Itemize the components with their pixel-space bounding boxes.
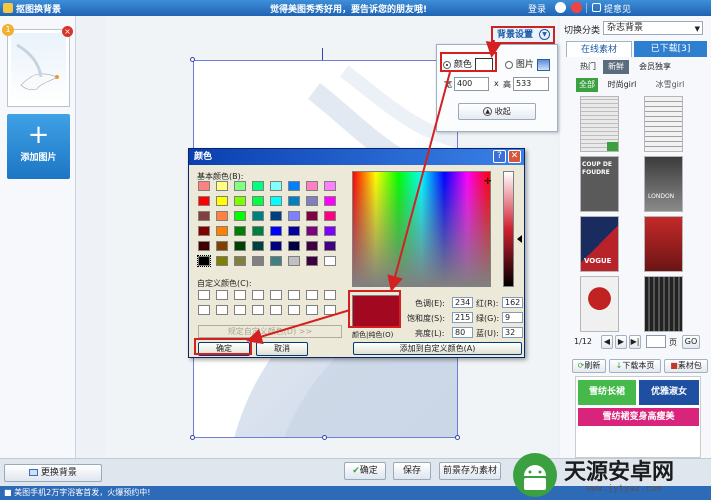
arrow-to-color-option xyxy=(485,39,502,58)
watermark-brand: 天源安卓网 xyxy=(564,460,675,485)
watermark-url: www.jytyaz.com xyxy=(586,484,662,494)
annotation-arrows xyxy=(246,39,502,345)
android-logo-icon xyxy=(513,453,557,497)
arrow-to-preview xyxy=(387,71,451,292)
arrow-to-ok xyxy=(246,309,351,345)
watermark: 天源安卓网 www.jytyaz.com xyxy=(500,448,711,500)
